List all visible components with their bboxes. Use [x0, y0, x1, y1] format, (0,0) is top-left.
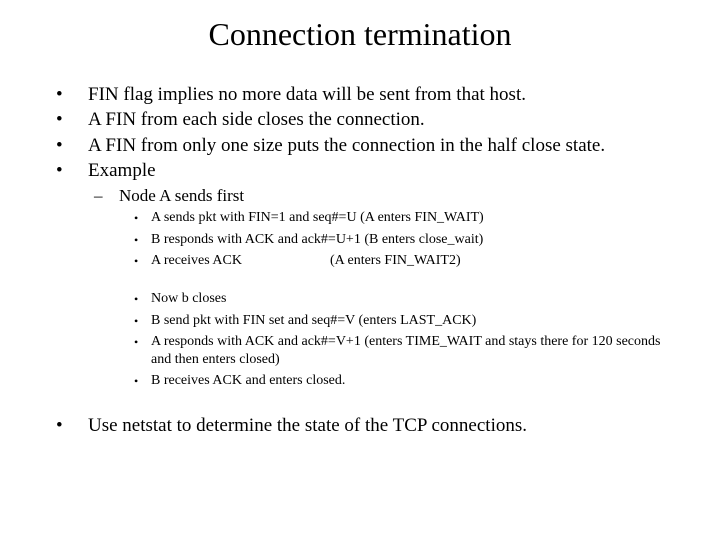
bullet-icon: • — [56, 109, 63, 130]
bullet-icon: • — [56, 160, 63, 181]
bullet-icon: • — [56, 84, 63, 105]
bullet-text: A FIN from only one size puts the connec… — [88, 135, 606, 156]
detail-text: A sends pkt with FIN=1 and seq#=U (A ent… — [151, 210, 484, 225]
sub-heading-text: Node A sends first — [119, 186, 245, 205]
detail-text: A responds with ACK and ack#=V+1 (enters… — [151, 334, 661, 367]
detail-text: B receives ACK and enters closed. — [151, 373, 346, 388]
bullet-icon: • — [134, 233, 139, 247]
bullet-text: Use netstat to determine the state of th… — [88, 415, 528, 436]
bullet-icon: • — [134, 314, 139, 328]
bullet-text: Example — [88, 160, 156, 181]
detail-text: Now b closes — [151, 291, 227, 306]
bullet-icon: • — [134, 335, 139, 349]
slide-title: Connection termination — [208, 16, 512, 52]
detail-text: A receives ACK (A enters FIN_WAIT2) — [151, 252, 671, 270]
detail-text: B send pkt with FIN set and seq#=V (ente… — [151, 313, 477, 328]
bullet-icon: • — [134, 211, 139, 225]
bullet-icon: • — [134, 374, 139, 388]
bullet-text: FIN flag implies no more data will be se… — [88, 84, 526, 105]
bullet-icon: • — [134, 254, 139, 268]
detail-text: B responds with ACK and ack#=U+1 (B ente… — [151, 232, 484, 247]
bullet-icon: • — [56, 135, 63, 156]
detail-left-text: A receives ACK — [151, 253, 242, 268]
detail-right-text: (A enters FIN_WAIT2) — [329, 253, 461, 268]
dash-icon: – — [94, 186, 103, 205]
bullet-text: A FIN from each side closes the connecti… — [88, 109, 425, 130]
bullet-icon: • — [134, 292, 139, 306]
bullet-icon: • — [56, 415, 63, 436]
